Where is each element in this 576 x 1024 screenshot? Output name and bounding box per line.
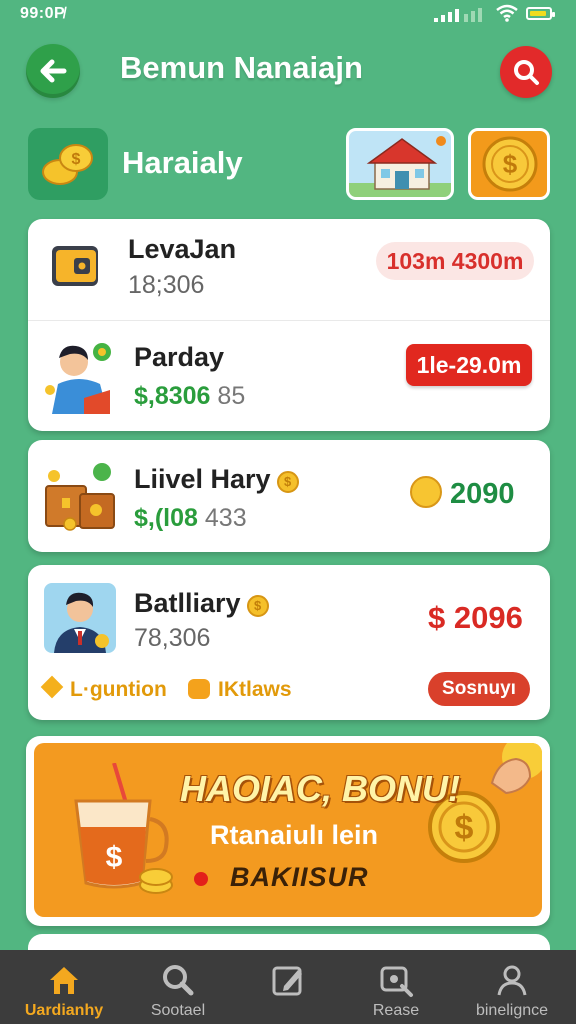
drink-glass-icon: $ bbox=[74, 763, 173, 894]
status-time: 99:0P̸ bbox=[20, 5, 66, 22]
nav-label: binelignce bbox=[475, 1002, 549, 1019]
edit-icon bbox=[272, 966, 302, 996]
nav-label: Sootael bbox=[150, 1002, 206, 1019]
search-icon bbox=[514, 60, 539, 85]
nav-profile[interactable]: binelignce bbox=[452, 950, 572, 1024]
coins-icon: $ bbox=[42, 144, 93, 185]
svg-text:$: $ bbox=[455, 809, 474, 847]
arrow-left-icon bbox=[40, 59, 67, 83]
category-icon[interactable]: $ bbox=[28, 128, 108, 200]
notification-dot bbox=[194, 872, 208, 886]
house-tile[interactable] bbox=[346, 128, 454, 200]
game-icon bbox=[380, 966, 413, 997]
row-value: $,8306 85 bbox=[134, 382, 246, 410]
coin-icon: $ bbox=[246, 595, 269, 617]
row-name: LevaJan bbox=[128, 234, 237, 264]
home-icon bbox=[50, 967, 78, 994]
row-name: Liivel Hary $ bbox=[134, 464, 299, 495]
battery-icon bbox=[526, 7, 555, 20]
svg-text:$: $ bbox=[72, 151, 81, 168]
row-value: 18;306 bbox=[128, 271, 205, 299]
wallet-icon bbox=[52, 246, 98, 286]
svg-text:$: $ bbox=[106, 841, 123, 874]
diamond-icon bbox=[40, 675, 64, 699]
money-amount: $ 2096 bbox=[428, 600, 523, 635]
banner-subtitle: Rtanaiulı lein bbox=[210, 820, 379, 850]
search-button[interactable] bbox=[500, 46, 552, 98]
coin-amount: 2090 bbox=[410, 476, 515, 511]
row-name: Parday bbox=[134, 342, 225, 372]
nav-label: Uardianhy bbox=[24, 1002, 104, 1019]
signal-icon bbox=[434, 8, 482, 22]
category-label: Haraialy bbox=[122, 145, 243, 180]
person-avatar-icon bbox=[45, 343, 111, 414]
reward-icon bbox=[188, 679, 210, 699]
amount-badge: 103m 4300m bbox=[376, 242, 534, 280]
coin-icon bbox=[410, 476, 442, 508]
card-divider bbox=[28, 320, 550, 321]
status-bar: 99:0P̸ bbox=[0, 0, 576, 30]
amount-badge[interactable]: 1le-29.0m bbox=[406, 344, 532, 386]
back-button[interactable] bbox=[26, 44, 80, 98]
tag-item[interactable]: L·guntion bbox=[40, 675, 167, 702]
nav-games[interactable]: Rease bbox=[336, 950, 456, 1024]
nav-home[interactable]: Uardianhy bbox=[4, 950, 124, 1024]
banner-title: HAOIAC, BONU! bbox=[180, 768, 460, 809]
hand-icon bbox=[490, 743, 542, 795]
nav-label: Rease bbox=[372, 1002, 420, 1019]
tag-item[interactable]: IKtlaws bbox=[188, 678, 292, 702]
coin-icon: $ bbox=[276, 471, 299, 493]
house-icon bbox=[349, 136, 451, 197]
treasure-chest-icon bbox=[45, 463, 115, 531]
coin-tile[interactable]: $ bbox=[468, 128, 550, 200]
nav-edit[interactable] bbox=[228, 950, 348, 1024]
search-icon bbox=[163, 965, 194, 996]
svg-text:$: $ bbox=[503, 149, 518, 179]
profile-icon bbox=[497, 965, 527, 996]
row-value: 78,306 bbox=[134, 624, 211, 652]
row-name: Batlliary $ bbox=[134, 588, 269, 619]
page-title: Bemun Nanaiajn bbox=[120, 50, 363, 85]
banner-cta[interactable]: BAKIISUR bbox=[230, 862, 369, 893]
coin-icon: $ bbox=[482, 136, 538, 192]
nav-search[interactable]: Sootael bbox=[118, 950, 238, 1024]
wifi-icon bbox=[496, 4, 518, 22]
status-button[interactable]: Sosnuyı bbox=[428, 672, 530, 706]
businessman-avatar-icon bbox=[44, 583, 116, 653]
row-value: $,(l08 433 bbox=[134, 504, 247, 532]
